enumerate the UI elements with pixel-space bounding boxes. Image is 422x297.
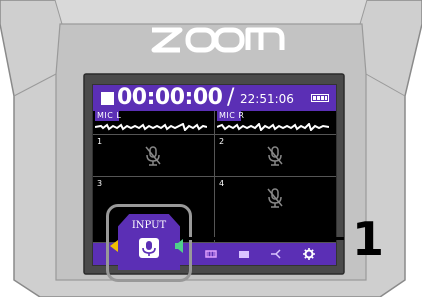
mic-muted-icon <box>267 188 283 208</box>
counter-separator: / <box>227 85 235 110</box>
microphone-icon <box>139 238 159 258</box>
mic-muted-icon <box>145 146 161 166</box>
meter-icon[interactable] <box>205 248 217 260</box>
track-number: 1 <box>97 137 103 146</box>
channel-label: MIC R <box>219 111 245 120</box>
waveform-icon <box>95 123 207 131</box>
input-tab-label: INPUT <box>131 220 167 231</box>
status-bar: 00:00:00 / 22:51:06 <box>93 85 336 111</box>
battery-icon <box>311 94 329 102</box>
mic-muted-icon <box>267 146 283 166</box>
stop-indicator-icon <box>101 92 114 105</box>
track-number: 2 <box>219 137 225 146</box>
recording-counter: 00:00:00 <box>117 85 223 110</box>
channel-mic-l: MIC L <box>93 111 215 135</box>
step-number: 1 <box>352 212 385 266</box>
channel-label: MIC L <box>97 111 122 120</box>
waveform-icon <box>217 123 329 131</box>
settings-gear-icon[interactable] <box>303 248 315 260</box>
track-2: 2 <box>215 135 336 177</box>
track-1: 1 <box>93 135 215 177</box>
left-arrow-icon <box>110 240 118 252</box>
track-4: 4 <box>215 177 336 243</box>
zoom-logo <box>151 27 285 53</box>
track-number: 4 <box>219 179 225 188</box>
track-number: 3 <box>97 179 103 188</box>
folder-icon[interactable] <box>238 248 250 260</box>
clock-time: 22:51:06 <box>240 92 294 106</box>
speaker-icon <box>175 239 183 253</box>
recorder-device: 00:00:00 / 22:51:06 MIC L MIC R 1 2 3 4 … <box>0 0 422 297</box>
channel-mic-r: MIC R <box>215 111 336 135</box>
callout-leader-line <box>186 237 344 240</box>
routing-icon[interactable] <box>270 248 282 260</box>
